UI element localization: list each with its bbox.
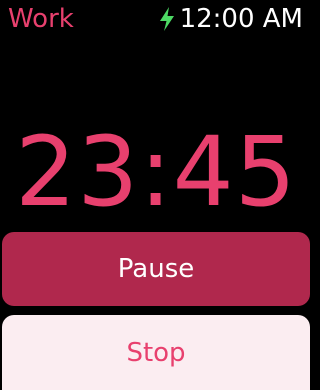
bolt-icon — [158, 6, 176, 32]
app-title: Work — [8, 4, 74, 34]
status-right: 12:00 AM — [158, 2, 303, 36]
stop-button-label: Stop — [126, 337, 186, 368]
stop-button[interactable]: Stop — [2, 315, 310, 390]
timer-display: 23:45 — [15, 116, 297, 228]
status-clock: 12:00 AM — [179, 4, 303, 34]
status-bar: Work 12:00 AM — [0, 0, 312, 40]
pause-button-label: Pause — [117, 254, 195, 284]
pause-button[interactable]: Pause — [2, 232, 310, 306]
